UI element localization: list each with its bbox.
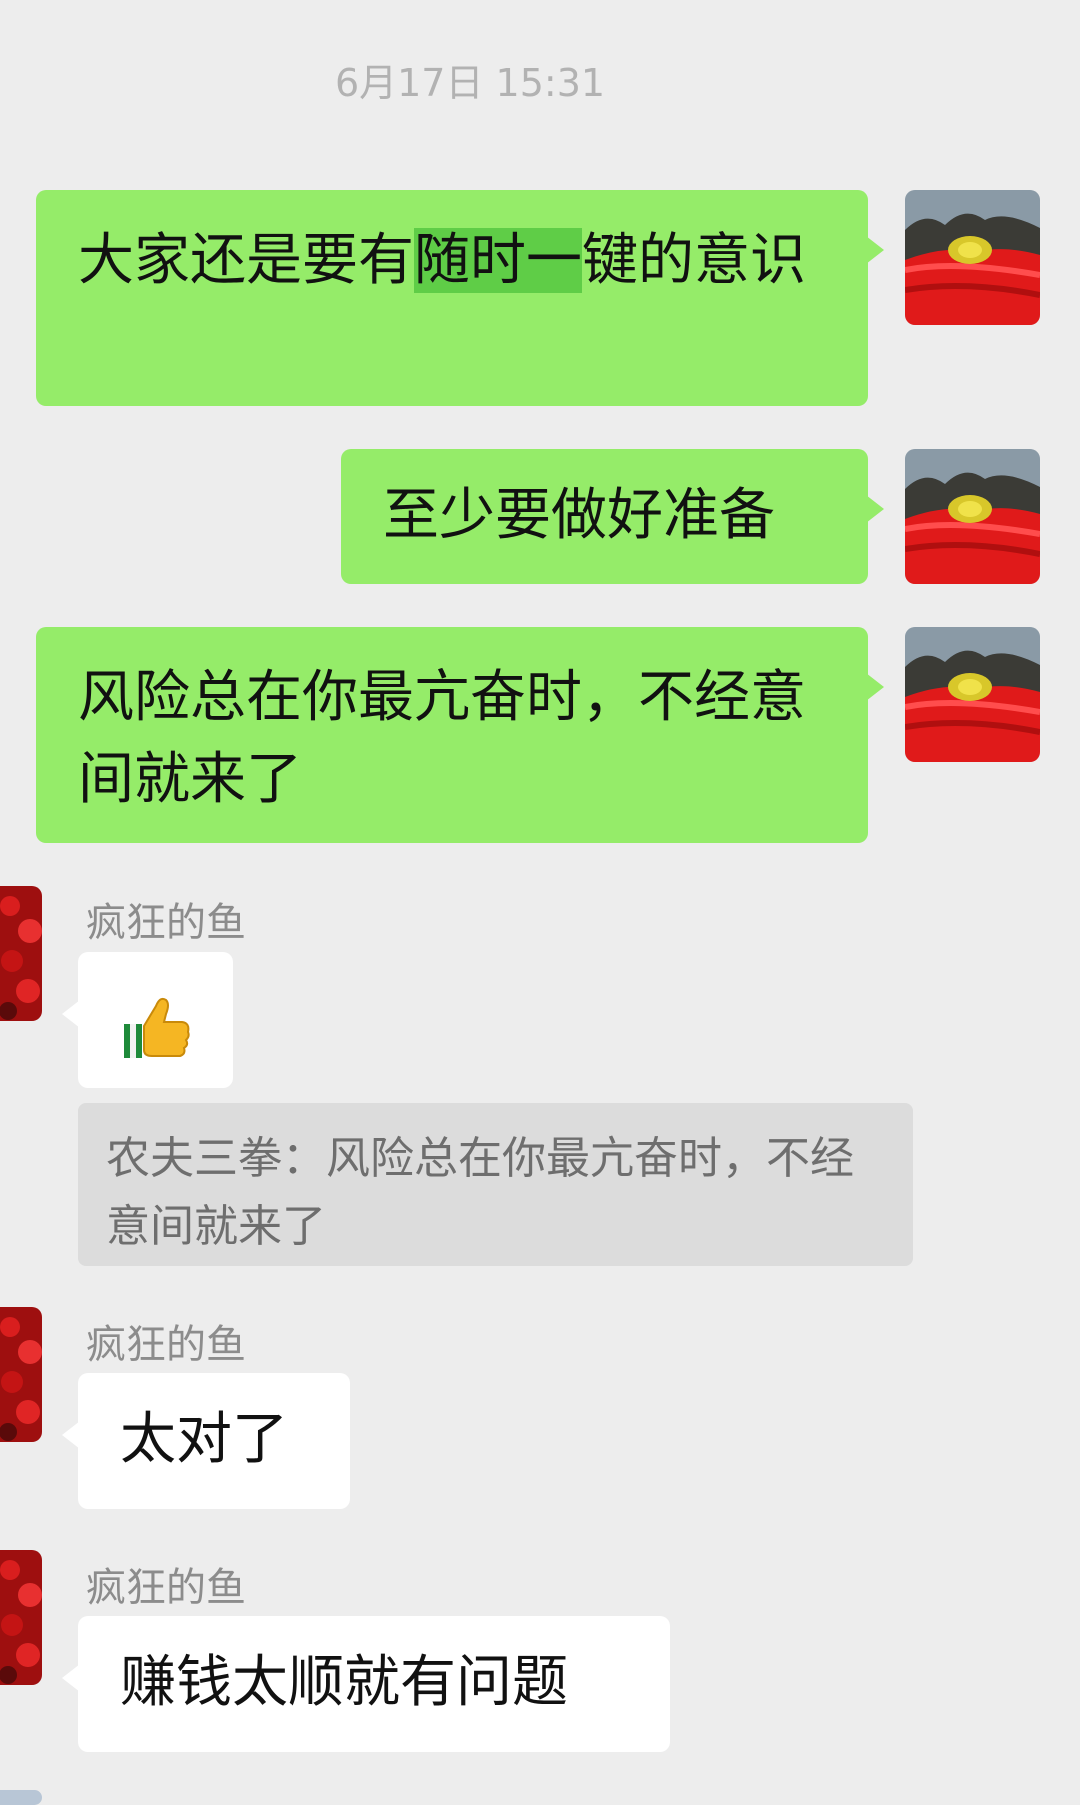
my-avatar[interactable] bbox=[905, 449, 1040, 584]
their-message-bubble[interactable]: 赚钱太顺就有问题 bbox=[62, 1616, 670, 1752]
message-text: 赚钱太顺就有问题 bbox=[120, 1650, 568, 1715]
message-text-part: 键的意识 bbox=[582, 228, 806, 293]
their-message-bubble[interactable]: 太对了 bbox=[62, 1373, 350, 1509]
thumbs-up-icon bbox=[124, 997, 190, 1058]
contact-avatar[interactable] bbox=[0, 1307, 42, 1442]
avatar-image bbox=[0, 886, 42, 1021]
avatar-image bbox=[905, 627, 1040, 762]
avatar-image bbox=[0, 1307, 42, 1442]
sender-name: 疯狂的鱼 bbox=[86, 900, 246, 946]
message-text: 太对了 bbox=[120, 1407, 288, 1472]
contact-avatar[interactable] bbox=[0, 886, 42, 1021]
my-message-bubble[interactable]: 至少要做好准备 bbox=[341, 449, 884, 584]
quoted-message[interactable]: 农夫三拳：风险总在你最亢奋时，不经意间就来了 bbox=[78, 1103, 913, 1266]
contact-avatar[interactable] bbox=[0, 1550, 42, 1685]
chat-window: 6月17日 15:31 大家还是要有随时一键的意识 至少要做好准备 风险总在你最… bbox=[0, 0, 1080, 1805]
my-message-bubble[interactable]: 风险总在你最亢奋时，不经意间就来了 bbox=[36, 627, 884, 843]
sender-name: 疯狂的鱼 bbox=[86, 1322, 246, 1368]
sender-name: 疯狂的鱼 bbox=[86, 1565, 246, 1611]
avatar-image bbox=[0, 1550, 42, 1685]
my-message-bubble[interactable]: 大家还是要有随时一键的意识 bbox=[36, 190, 884, 406]
my-avatar[interactable] bbox=[905, 190, 1040, 325]
message-timestamp: 6月17日 15:31 bbox=[334, 61, 606, 105]
avatar-image bbox=[905, 449, 1040, 584]
selected-text-highlight[interactable]: 随时一 bbox=[414, 228, 582, 293]
avatar-image bbox=[905, 190, 1040, 325]
message-text: 至少要做好准备 bbox=[383, 483, 775, 548]
message-text: 风险总在你最亢奋时，不经意间就来了 bbox=[78, 665, 806, 812]
contact-avatar[interactable] bbox=[0, 1790, 42, 1805]
message-text-part: 大家还是要有 bbox=[78, 228, 414, 293]
my-avatar[interactable] bbox=[905, 627, 1040, 762]
